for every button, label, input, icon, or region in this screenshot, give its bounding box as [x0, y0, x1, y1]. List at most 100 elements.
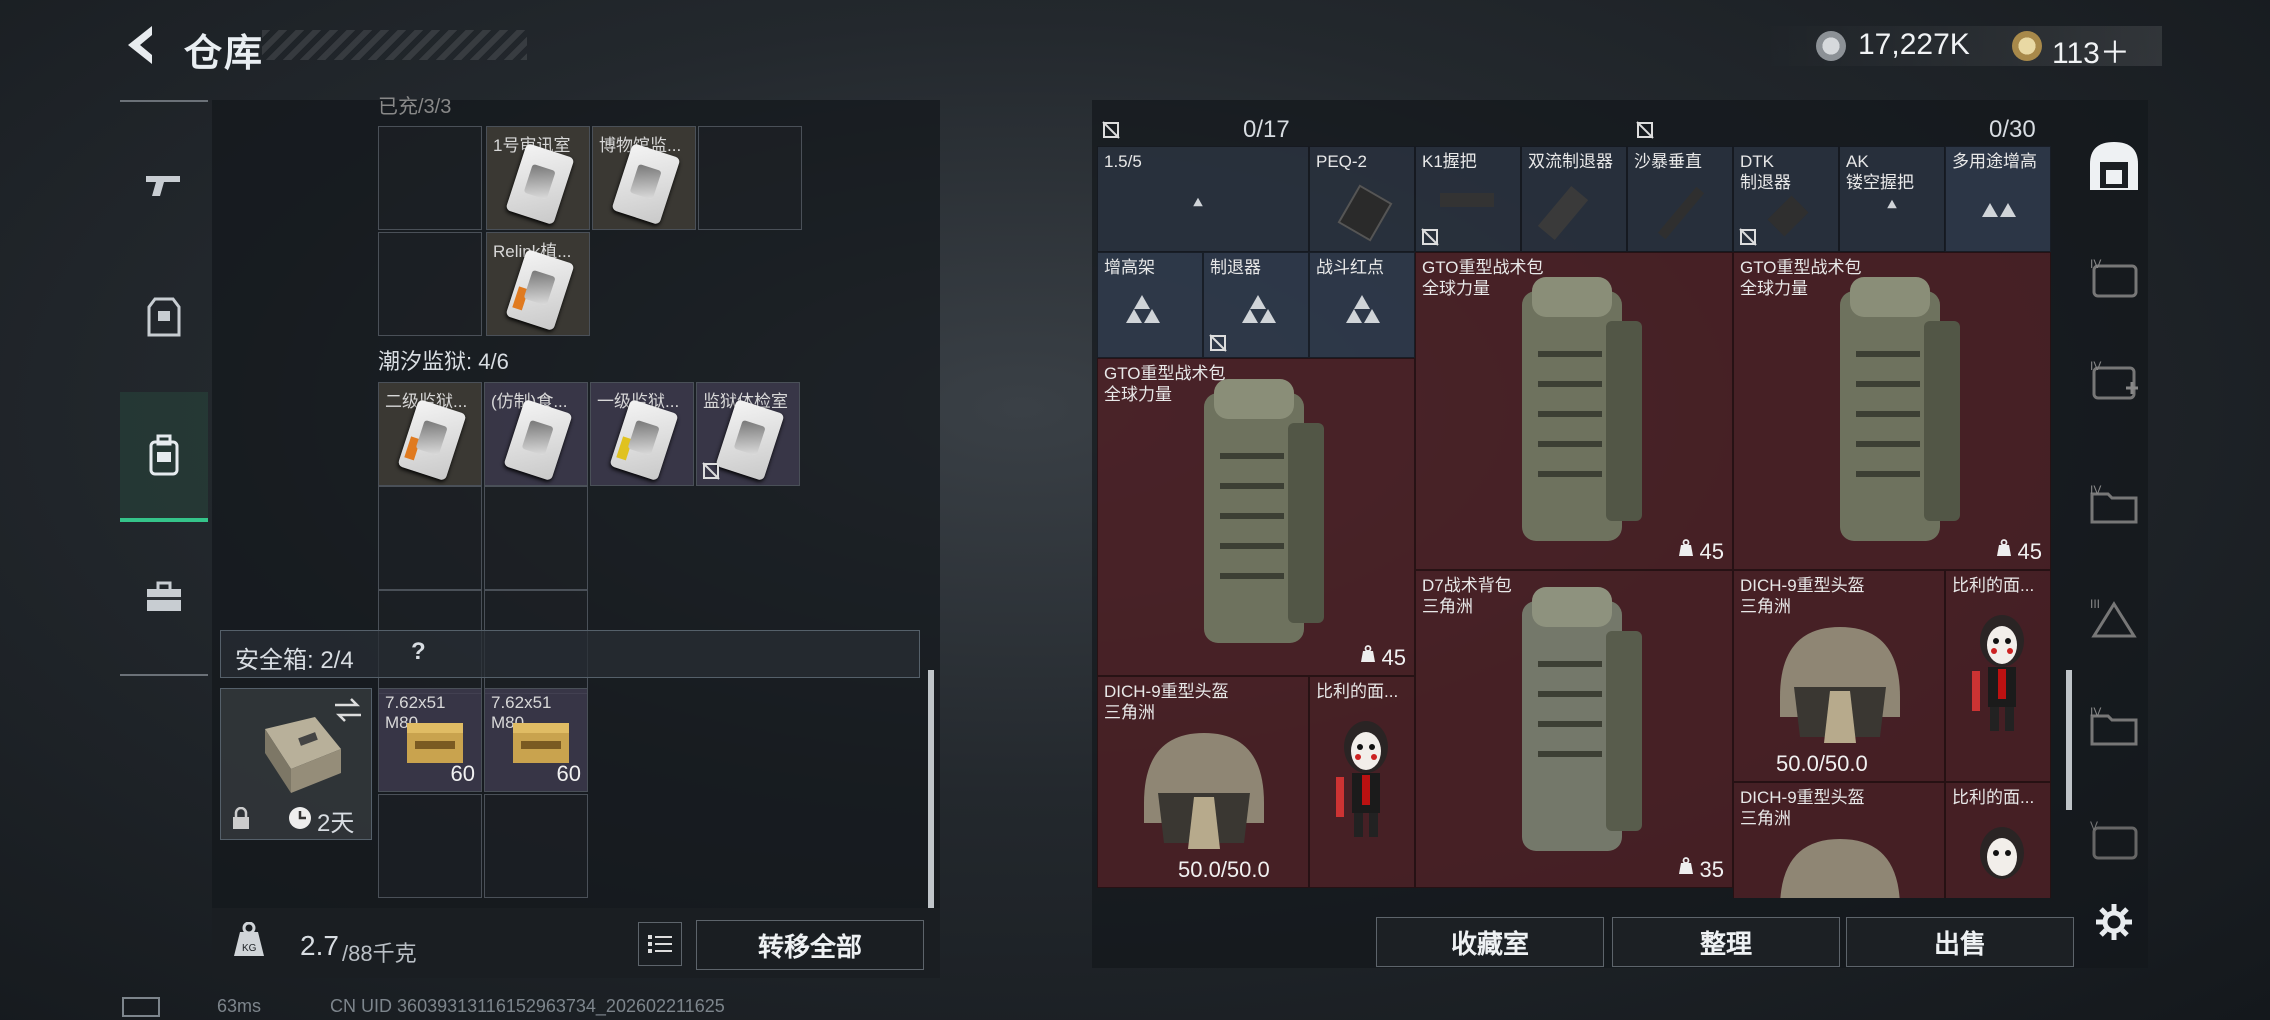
helmet-item[interactable]: DICH-9重型头盔 三角洲 50.0/50.0: [1733, 570, 1945, 782]
uid-text: CN UID 3603931311615296373​4_20260221162…: [330, 996, 725, 1016]
tier-icon: [2000, 203, 2016, 217]
medical-storage-icon[interactable]: IV: [2088, 358, 2140, 404]
safebox-label: 安全箱: 2/4: [235, 647, 354, 674]
grid-cell-empty[interactable]: [484, 486, 588, 590]
backpack-item[interactable]: GTO重型战术包 全球力量 45: [1733, 252, 2051, 570]
left-scrollbar[interactable]: [928, 670, 934, 910]
back-arrow-icon[interactable]: [118, 22, 164, 68]
grid-cell-empty[interactable]: [698, 126, 802, 230]
folder-storage-icon[interactable]: IV: [2088, 482, 2140, 528]
svg-text:IV: IV: [2090, 257, 2101, 271]
keycard-item[interactable]: 博物馆监...: [592, 126, 696, 230]
storage-tier-icon[interactable]: IV: [2088, 256, 2140, 302]
backpack-item[interactable]: D7战术背包 三角洲 35: [1415, 570, 1733, 888]
list-view-button[interactable]: [638, 922, 682, 966]
safebox-header: 安全箱: 2/4 ?: [220, 630, 920, 678]
grid-cell-empty[interactable]: [378, 232, 482, 336]
organize-button[interactable]: 整理: [1612, 917, 1840, 967]
capacity-icon: [1997, 539, 2011, 556]
attachment-brake[interactable]: 制退器: [1203, 252, 1309, 358]
backpack-item[interactable]: GTO重型战术包 全球力量 45: [1097, 358, 1415, 676]
alert-storage-icon[interactable]: III: [2088, 596, 2140, 642]
sell-button[interactable]: 出售: [1846, 917, 2074, 967]
backpack-icon: [1840, 277, 1960, 541]
help-button[interactable]: ?: [411, 638, 426, 666]
settings-gear-icon[interactable]: [2094, 902, 2134, 942]
collection-room-button[interactable]: 收藏室: [1376, 917, 1604, 967]
rail-backpack-button[interactable]: [120, 392, 208, 522]
safebox-timer: 2天: [317, 810, 355, 837]
storage-tier-icon[interactable]: V: [2088, 818, 2140, 864]
keycard-item[interactable]: (仿制)食...: [484, 382, 588, 486]
rail-toolbox-button[interactable]: [120, 542, 208, 652]
capacity-icon: [1361, 645, 1375, 662]
keycard-item[interactable]: 一级监狱...: [590, 382, 694, 486]
backpack-icon: [1522, 277, 1642, 541]
tier-icon: [1982, 203, 1998, 217]
grid-cell-empty[interactable]: [378, 486, 482, 590]
grid-cell-empty[interactable]: [378, 126, 482, 230]
mask-item[interactable]: 比利的面...: [1945, 782, 2051, 898]
attachment-red-dot[interactable]: 战斗红点: [1309, 252, 1415, 358]
attachment-muzzle[interactable]: 双流制退器: [1521, 146, 1627, 252]
attachment-peq2[interactable]: PEQ-2: [1309, 146, 1415, 252]
helmet-item[interactable]: DICH-9重型头盔 三角洲: [1733, 782, 1945, 898]
folder-storage-icon[interactable]: IV: [2088, 704, 2140, 750]
weight-icon: KG: [234, 922, 264, 956]
section-title-prison: 潮汐监狱: 4/6: [378, 349, 509, 374]
no-trade-icon: [1421, 228, 1439, 246]
section-cut-label: 已充/3/3: [378, 96, 452, 118]
attachment-k1-grip[interactable]: K1握把: [1415, 146, 1521, 252]
svg-text:KG: KG: [242, 943, 257, 954]
tier-icon: [1260, 309, 1276, 323]
backpack-item[interactable]: GTO重型战术包 全球力量 45: [1415, 252, 1733, 570]
rail-weapons-button[interactable]: [120, 130, 208, 240]
safebox-slot[interactable]: 2天: [220, 688, 372, 840]
ammo-item[interactable]: 7.62x51 M80 60: [484, 688, 588, 792]
keycard-item[interactable]: 监狱体检室: [696, 382, 800, 486]
puppet-figure-icon: [1980, 827, 2024, 879]
grid-cell-empty[interactable]: [378, 794, 482, 898]
swap-icon[interactable]: [333, 697, 363, 723]
lock-icon: [233, 807, 249, 829]
vest-icon: [147, 297, 181, 337]
keycard-item[interactable]: Relink植...: [486, 232, 590, 336]
weight-max: /88千克: [342, 941, 417, 966]
storage-tab-rail: IV IV IV III IV V: [2082, 100, 2148, 968]
backpack-icon: [1204, 379, 1324, 643]
warehouse-tab-icon[interactable]: [2086, 138, 2142, 194]
keycard-item[interactable]: 二级监狱...: [378, 382, 482, 486]
rail-armor-button[interactable]: [120, 262, 208, 372]
coin-icon: [1816, 31, 1846, 61]
attachment-riser[interactable]: 多用途增高: [1945, 146, 2051, 252]
status-bar: 63ms CN UID 3603931311615296373​4_202602…: [122, 996, 725, 1018]
helmet-item[interactable]: DICH-9重型头盔 三角洲 50.0/50.0: [1097, 676, 1309, 888]
attachment-slot[interactable]: 1.5/5: [1097, 146, 1309, 252]
tier-icon: [1242, 309, 1258, 323]
left-footer: KG 2.7 /88千克 转移全部: [212, 908, 940, 978]
no-trade-icon: [1102, 121, 1120, 139]
attachment-mount[interactable]: 增高架: [1097, 252, 1203, 358]
weight-value: 2.7: [300, 930, 339, 961]
ammo-item[interactable]: 7.62x51 M80 60: [378, 688, 482, 792]
attachment-vertical-grip[interactable]: 沙暴垂直: [1627, 146, 1733, 252]
helmet-icon: [1780, 627, 1900, 743]
no-trade-icon: [702, 462, 720, 480]
mask-item[interactable]: 比利的面...: [1945, 570, 2051, 782]
tier-icon: [1193, 197, 1203, 207]
helmet-icon: [1780, 839, 1900, 898]
keycard-item[interactable]: 1号审讯室: [486, 126, 590, 230]
mask-item[interactable]: 比利的面...: [1309, 676, 1415, 888]
capacity-icon: [1679, 539, 1693, 556]
capacity-icon: [1679, 857, 1693, 874]
transfer-all-button[interactable]: 转移全部: [696, 920, 924, 970]
right-scrollbar[interactable]: [2066, 670, 2072, 810]
peq2-icon: [1337, 184, 1393, 242]
tier-icon: [1134, 295, 1150, 309]
svg-text:IV: IV: [2090, 705, 2101, 719]
grid-cell-empty[interactable]: [484, 794, 588, 898]
grip-icon: [1440, 193, 1494, 207]
attachment-ak-grip[interactable]: AK 镂空握把: [1839, 146, 1945, 252]
no-trade-icon: [1209, 334, 1227, 352]
attachment-dtk[interactable]: DTK 制退器: [1733, 146, 1839, 252]
